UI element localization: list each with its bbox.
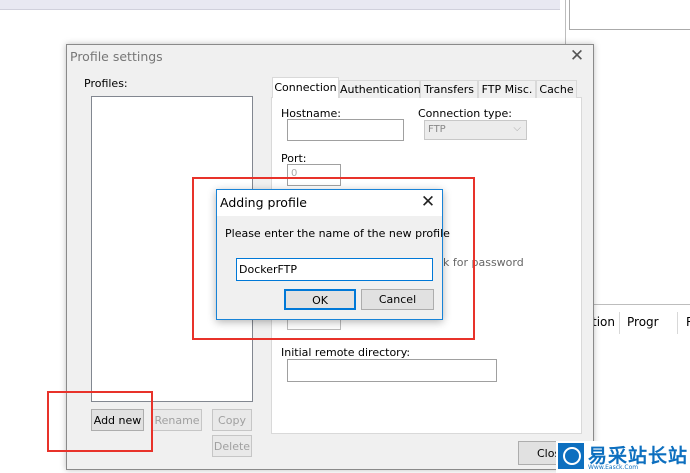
dialog-close-icon[interactable]: ✕: [418, 192, 438, 212]
copy-button[interactable]: Copy: [212, 409, 252, 431]
cancel-button[interactable]: Cancel: [361, 289, 434, 310]
dialog-title: Adding profile: [220, 195, 307, 210]
tab-authentication[interactable]: Authentication: [339, 80, 421, 98]
background-right-pane: [569, 0, 690, 30]
window-title: Profile settings: [70, 49, 163, 64]
profile-name-value: DockerFTP: [239, 263, 298, 276]
initial-remote-directory-input[interactable]: [287, 359, 497, 382]
column-separator: [619, 312, 620, 334]
initial-remote-directory-label: Initial remote directory:: [281, 346, 411, 359]
watermark-logo-icon: [558, 443, 584, 469]
column-header-remote[interactable]: R: [686, 315, 690, 329]
background-toolbar-strip: [0, 0, 560, 10]
connection-type-label: Connection type:: [418, 107, 513, 120]
rename-button[interactable]: Rename: [152, 409, 202, 431]
tab-transfers[interactable]: Transfers: [420, 80, 478, 98]
connection-type-select[interactable]: FTP ⌵: [424, 120, 527, 140]
column-header-progress[interactable]: Progr: [627, 315, 659, 329]
close-icon[interactable]: ✕: [567, 47, 587, 65]
connection-type-value: FTP: [428, 124, 446, 135]
chevron-down-icon: ⌵: [513, 123, 521, 134]
dialog-prompt: Please enter the name of the new profile: [225, 227, 450, 240]
tab-ftp-misc[interactable]: FTP Misc.: [478, 80, 536, 98]
hostname-input[interactable]: [287, 119, 404, 141]
ok-button[interactable]: OK: [284, 289, 356, 310]
tab-connection[interactable]: Connection: [272, 77, 339, 98]
delete-button[interactable]: Delete: [212, 435, 252, 457]
watermark-subtext: Www.Easck.Com: [588, 464, 639, 471]
profiles-label: Profiles:: [84, 77, 128, 90]
column-separator: [677, 312, 678, 334]
profile-name-input[interactable]: DockerFTP: [236, 258, 433, 281]
column-header-direction[interactable]: tion: [592, 315, 615, 329]
highlight-box-add-new: [47, 391, 153, 452]
tab-cache[interactable]: Cache: [536, 80, 577, 98]
